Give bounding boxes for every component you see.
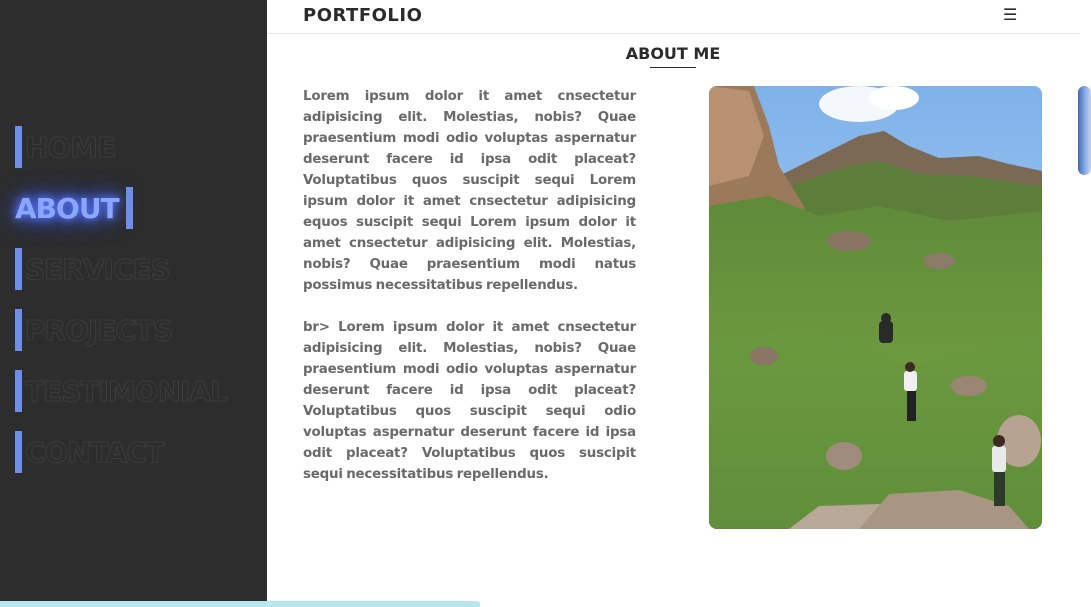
about-photo (709, 86, 1042, 529)
nav-indicator (125, 187, 133, 229)
nav-indicator (15, 309, 22, 351)
brand-title[interactable]: PORTFOLIO (303, 5, 422, 26)
sidebar-item-services[interactable]: SERVICES (15, 248, 227, 290)
sidebar-item-label: TESTIMONIAL (25, 374, 229, 408)
sidebar-item-contact[interactable]: CONTACT (15, 431, 227, 473)
hiking-photo-image (709, 86, 1042, 529)
sidebar: HOME ABOUT SERVICES PROJECTS TESTIMONIAL… (0, 0, 267, 607)
section-title: ABOUT ME (625, 44, 721, 63)
nav-indicator (15, 431, 22, 473)
sidebar-item-testimonial[interactable]: TESTIMONIAL (15, 370, 229, 412)
nav-indicator (15, 248, 22, 290)
about-paragraph: Lorem ipsum dolor it amet cnsectetur adi… (303, 89, 636, 293)
title-underline (650, 67, 696, 68)
sidebar-item-label: PROJECTS (24, 313, 173, 347)
sidebar-nav: HOME ABOUT SERVICES PROJECTS TESTIMONIAL… (15, 126, 229, 492)
hamburger-icon[interactable]: ☰ (1003, 5, 1017, 24)
nav-indicator (15, 126, 22, 168)
sidebar-item-label: SERVICES (25, 252, 172, 286)
scroll-progress-bar (0, 601, 480, 607)
sidebar-item-projects[interactable]: PROJECTS (15, 309, 227, 351)
sidebar-item-label: CONTACT (24, 435, 165, 469)
about-text: Lorem ipsum dolor it amet cnsectetur adi… (303, 86, 636, 506)
sidebar-item-about[interactable]: ABOUT (15, 187, 227, 229)
sidebar-item-label: ABOUT (15, 191, 120, 225)
about-paragraph: br> Lorem ipsum dolor it amet cnsectetur… (303, 320, 636, 482)
top-header: PORTFOLIO ☰ (267, 0, 1079, 34)
sidebar-item-home[interactable]: HOME (15, 126, 227, 168)
nav-indicator (15, 370, 22, 412)
sidebar-item-label: HOME (24, 130, 116, 164)
page-scrollbar[interactable] (1078, 86, 1091, 175)
